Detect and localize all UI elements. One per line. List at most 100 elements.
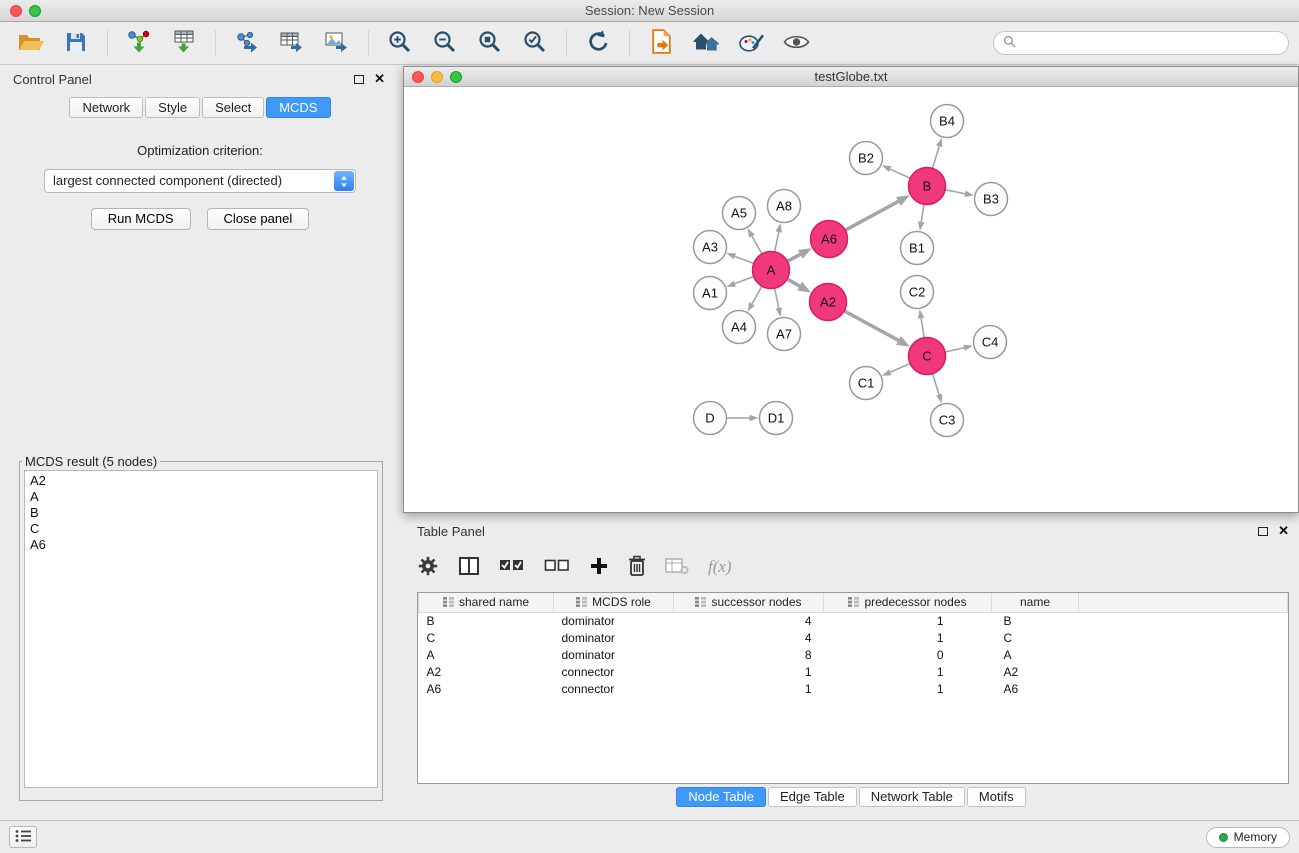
table-cell[interactable]: B [419,612,554,629]
tab-network-table[interactable]: Network Table [859,787,965,807]
refresh-button[interactable] [577,25,619,61]
graph-edge[interactable] [845,201,898,230]
table-cell[interactable]: connector [554,680,674,697]
table-cell[interactable]: 4 [674,629,824,646]
open-session-button[interactable] [10,25,52,61]
graph-edge[interactable] [775,288,779,308]
network-close-button[interactable] [412,71,424,83]
table-cell[interactable]: 1 [674,663,824,680]
tab-network[interactable]: Network [69,97,143,118]
unselect-all-button[interactable] [544,556,570,579]
delete-table-button[interactable] [665,556,689,579]
tab-select[interactable]: Select [202,97,264,118]
graph-edge[interactable] [844,311,898,341]
table-row[interactable]: A2connector11A2 [419,663,1288,680]
column-header-name[interactable]: name [992,593,1079,612]
gear-button[interactable] [417,555,439,580]
graph-edge[interactable] [775,232,779,252]
column-header-predecessor-nodes[interactable]: predecessor nodes [824,593,992,612]
table-cell[interactable]: 1 [674,680,824,697]
export-table-button[interactable] [271,25,313,61]
table-cell[interactable]: 1 [824,663,992,680]
mcds-result-item[interactable]: A6 [30,537,372,553]
run-mcds-button[interactable]: Run MCDS [91,208,191,230]
zoom-selected-button[interactable] [514,25,556,61]
table-cell[interactable]: connector [554,663,674,680]
memory-button[interactable]: Memory [1206,827,1290,848]
graph-edge[interactable] [933,374,940,395]
trash-button[interactable] [628,555,646,580]
network-window-titlebar[interactable]: testGlobe.txt [404,67,1298,87]
table-cell[interactable]: dominator [554,629,674,646]
column-header-mcds-role[interactable]: MCDS role [554,593,674,612]
graph-edge[interactable] [787,254,800,261]
graph-edge[interactable] [945,348,964,352]
close-table-panel-button[interactable]: ✕ [1278,526,1289,536]
style-brush-button[interactable] [730,25,772,61]
table-cell[interactable]: dominator [554,646,674,663]
fx-function-button[interactable]: f(x) [708,557,732,577]
table-cell[interactable]: 0 [824,646,992,663]
graph-edge[interactable] [890,363,910,372]
zoom-in-button[interactable] [379,25,421,61]
home-button[interactable] [685,25,727,61]
criterion-dropdown[interactable]: largest connected component (directed) [44,169,356,193]
graph-edge[interactable] [787,279,800,286]
columns-button[interactable] [458,556,480,579]
task-history-button[interactable] [9,826,37,848]
column-header-shared-name[interactable]: shared name [419,593,554,612]
add-column-button[interactable] [589,556,609,579]
network-minimize-button[interactable] [431,71,443,83]
table-cell[interactable]: A [419,646,554,663]
graph-edge[interactable] [921,204,924,222]
tab-edge-table[interactable]: Edge Table [768,787,857,807]
close-panel-button[interactable]: Close panel [207,208,310,230]
table-cell[interactable]: 1 [824,629,992,646]
tab-style[interactable]: Style [145,97,200,118]
table-cell[interactable]: A [992,646,1079,663]
table-row[interactable]: A6connector11A6 [419,680,1288,697]
network-canvas[interactable]: B4B2BB3A5A8A6B1A3AC2A1A2A4A7C4CC1C3DD1 [404,87,1298,512]
column-header-successor-nodes[interactable]: successor nodes [674,593,824,612]
float-table-panel-button[interactable] [1258,527,1268,536]
zoom-window-button[interactable] [29,5,41,17]
tab-motifs[interactable]: Motifs [967,787,1026,807]
zoom-fit-button[interactable] [469,25,511,61]
table-cell[interactable]: B [992,612,1079,629]
close-panel-icon-button[interactable]: ✕ [374,74,385,84]
select-all-button[interactable] [499,556,525,579]
table-cell[interactable]: A6 [992,680,1079,697]
graph-edge[interactable] [932,146,939,168]
zoom-out-button[interactable] [424,25,466,61]
table-row[interactable]: Adominator80A [419,646,1288,663]
export-document-button[interactable] [640,25,682,61]
close-window-button[interactable] [10,5,22,17]
network-zoom-button[interactable] [450,71,462,83]
float-panel-button[interactable] [354,75,364,84]
import-network-button[interactable] [118,25,160,61]
graph-edge[interactable] [921,318,924,338]
graph-edge[interactable] [945,190,965,194]
tab-mcds[interactable]: MCDS [266,97,330,118]
table-cell[interactable]: A2 [992,663,1079,680]
mcds-result-list[interactable]: A2ABCA6 [24,470,378,788]
table-cell[interactable]: A2 [419,663,554,680]
mcds-result-item[interactable]: A2 [30,473,372,489]
export-network-button[interactable] [226,25,268,61]
table-row[interactable]: Bdominator41B [419,612,1288,629]
table-cell[interactable]: 1 [824,612,992,629]
graph-edge[interactable] [735,277,754,284]
table-cell[interactable]: C [992,629,1079,646]
import-table-button[interactable] [163,25,205,61]
table-row[interactable]: Cdominator41C [419,629,1288,646]
mcds-result-item[interactable]: C [30,521,372,537]
table-cell[interactable]: C [419,629,554,646]
tab-node-table[interactable]: Node Table [676,787,766,807]
table-cell[interactable]: A6 [419,680,554,697]
mcds-result-item[interactable]: B [30,505,372,521]
graph-edge[interactable] [752,286,762,304]
graph-edge[interactable] [890,169,910,178]
table-cell[interactable]: 8 [674,646,824,663]
export-image-button[interactable] [316,25,358,61]
table-cell[interactable]: 4 [674,612,824,629]
